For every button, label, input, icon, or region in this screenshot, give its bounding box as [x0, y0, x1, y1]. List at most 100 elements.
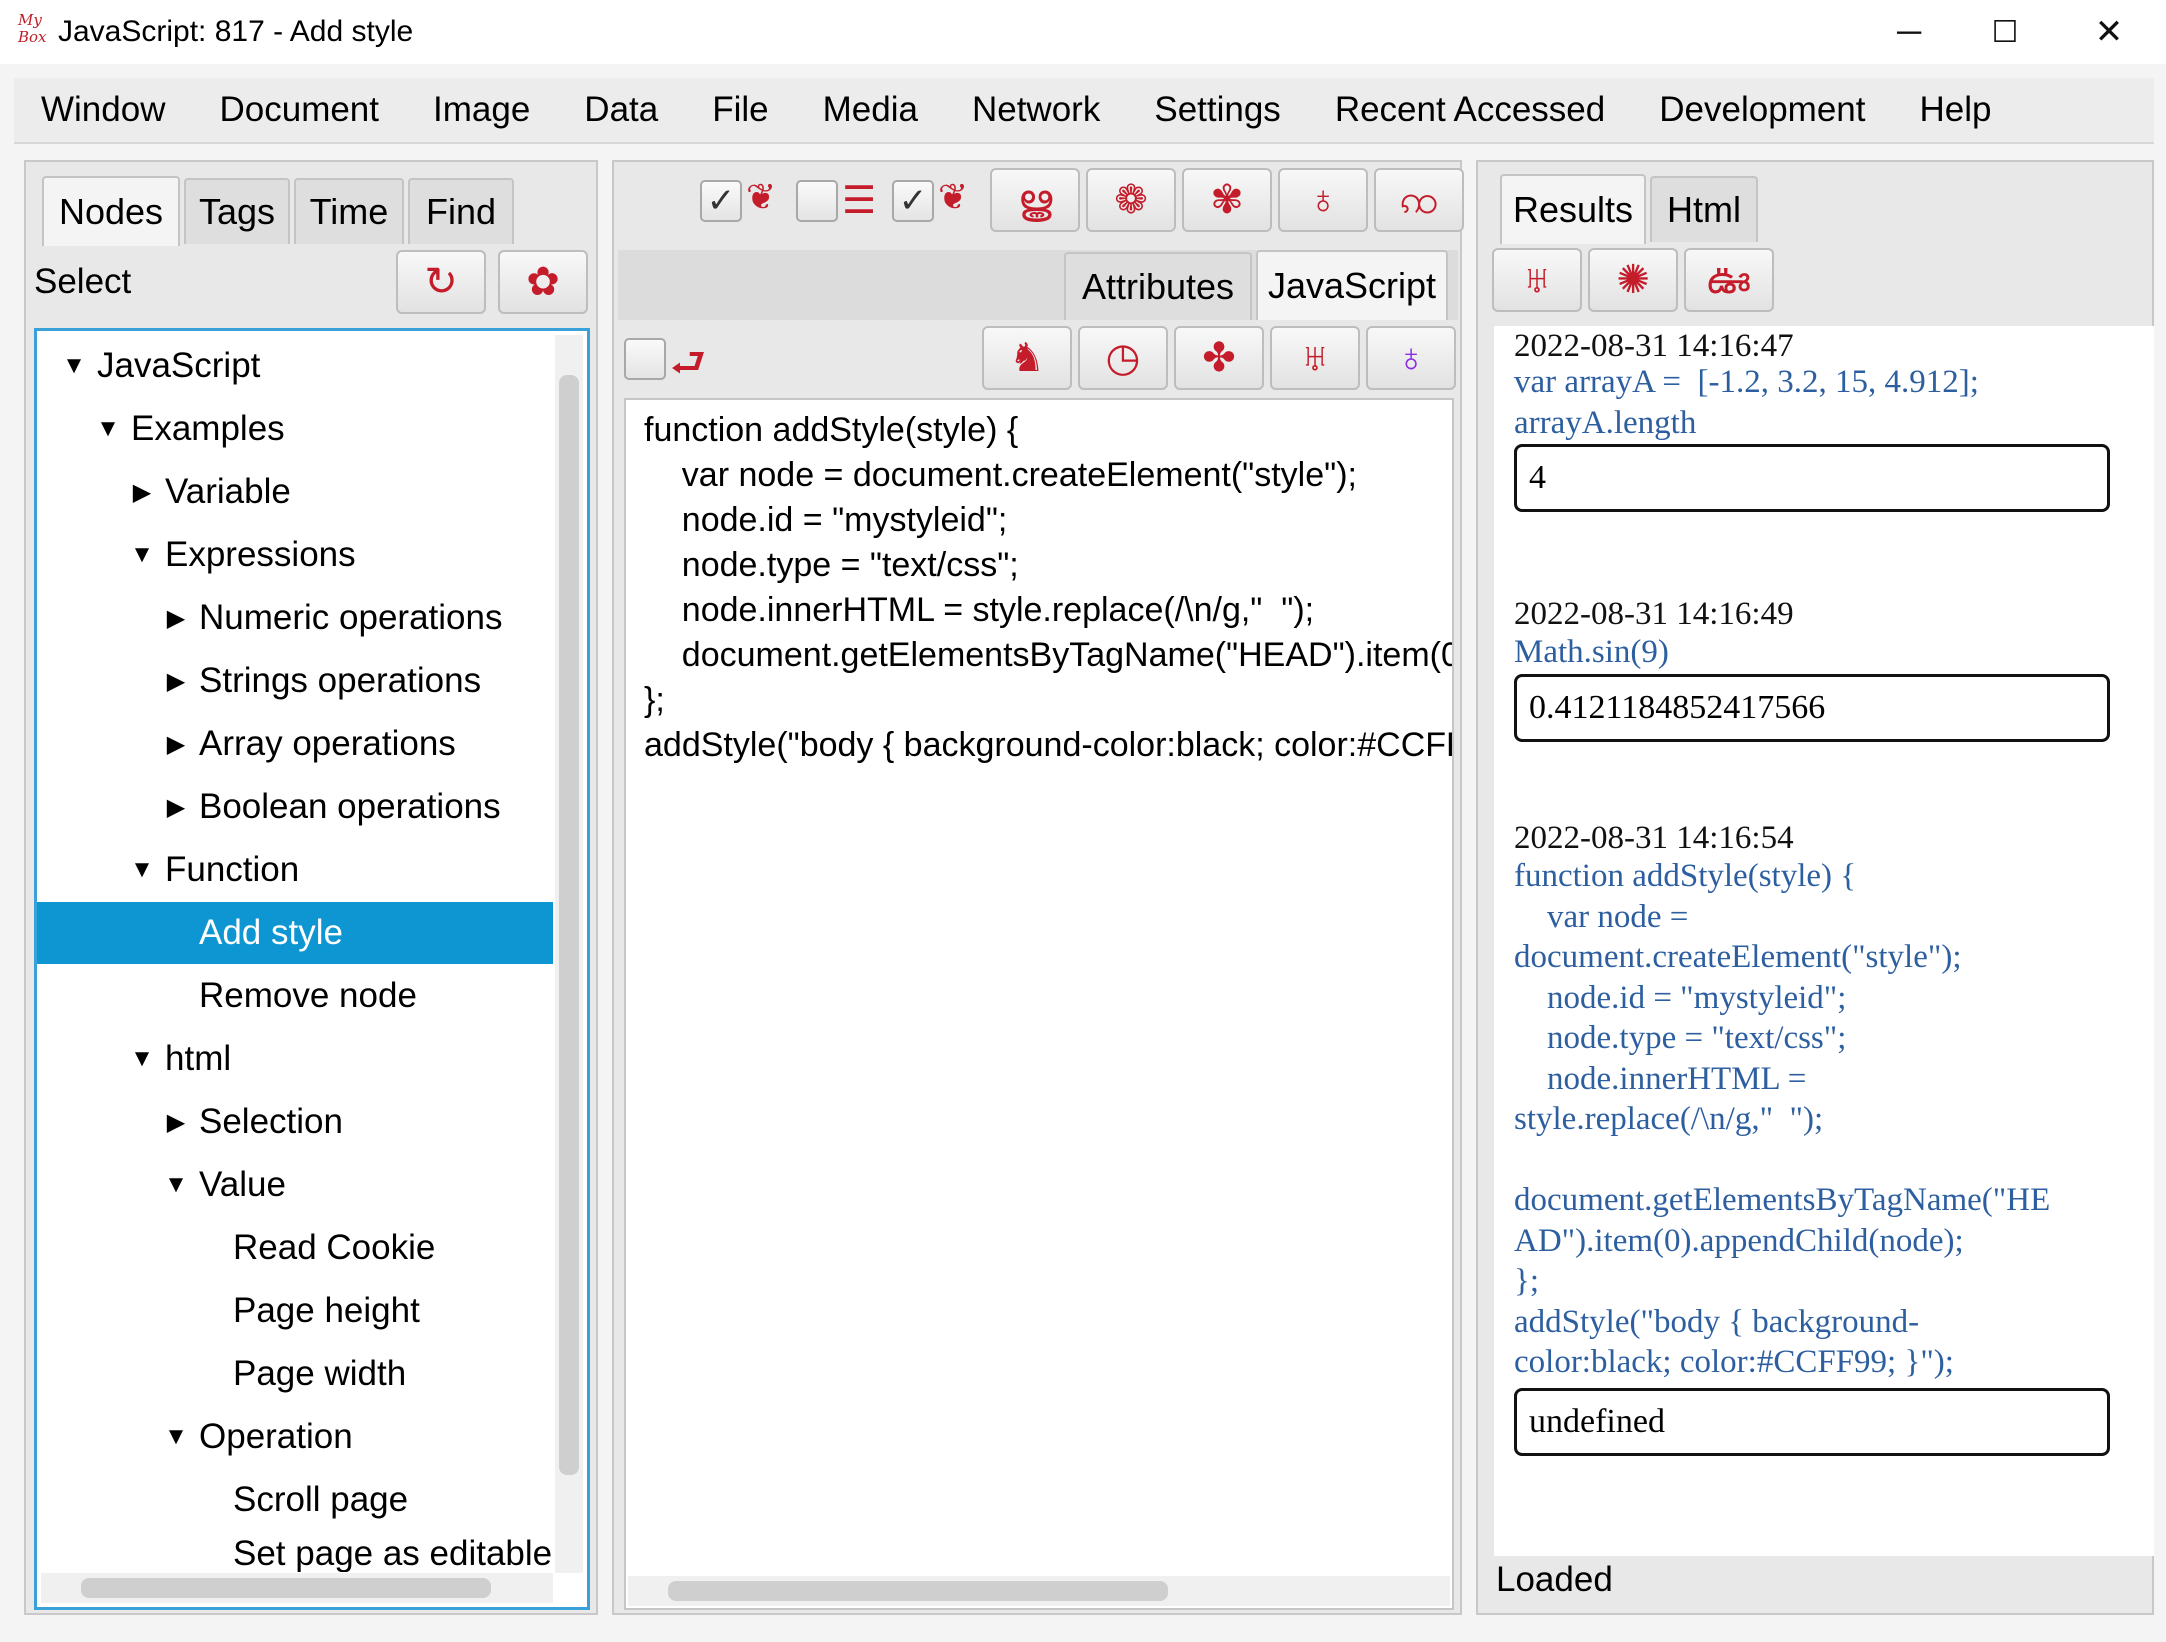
flower-button[interactable]: ✿ — [498, 250, 588, 314]
expanded-arrow-icon[interactable]: ▼ — [91, 415, 125, 443]
wrap-icon: ⮐ — [670, 341, 706, 385]
gourd-button[interactable]: ♁ — [1278, 168, 1368, 232]
tree-node[interactable]: ▼ Expressions — [37, 524, 553, 586]
horse-icon: ♞ — [1009, 336, 1045, 380]
result-code-line: }; — [1514, 1263, 1540, 1299]
lotus-button[interactable]: ✾ — [1182, 168, 1272, 232]
code-line: addStyle("body { background-color:black;… — [644, 726, 1452, 764]
menu-window[interactable]: Window — [14, 90, 192, 130]
menu-data[interactable]: Data — [557, 90, 685, 130]
expanded-arrow-icon[interactable]: ▼ — [125, 541, 159, 569]
tree-node[interactable]: Remove node — [37, 965, 553, 1027]
expanded-arrow-icon[interactable]: ▼ — [159, 1423, 193, 1451]
tree-node[interactable]: ▶ Selection — [37, 1091, 553, 1153]
collapsed-arrow-icon[interactable]: ▶ — [159, 1108, 193, 1137]
result-code-line: addStyle("body { background- — [1514, 1303, 1920, 1340]
title-bar: My Box JavaScript: 817 - Add style ─ ☐ ✕ — [0, 0, 2166, 64]
example-button[interactable]: ✤ — [1174, 326, 1264, 390]
checkbox-unchecked[interactable] — [624, 338, 666, 380]
swirl-button[interactable]: ൠ — [990, 168, 1080, 232]
expanded-arrow-icon[interactable]: ▼ — [125, 1045, 159, 1073]
clock-icon: ◷ — [1105, 336, 1141, 380]
tree-node-selected[interactable]: Add style — [37, 902, 553, 964]
clear-button[interactable]: ఊ — [1684, 248, 1774, 312]
result-code-line: node.innerHTML = — [1514, 1060, 1807, 1097]
tree-horizontal-scrollbar[interactable] — [41, 1573, 553, 1603]
tree-node[interactable]: Page width — [37, 1343, 553, 1405]
tree-node[interactable]: ▼ Examples — [37, 398, 553, 460]
tree-vertical-scrollbar[interactable] — [555, 335, 583, 1573]
scroll-thumb[interactable] — [559, 375, 579, 1475]
scroll-thumb[interactable] — [81, 1578, 491, 1598]
tree-node[interactable]: Scroll page — [37, 1469, 553, 1531]
menu-image[interactable]: Image — [406, 90, 557, 130]
mask-button[interactable]: ♅ — [1492, 248, 1582, 312]
refresh-button[interactable]: ↻ — [396, 250, 486, 314]
editor-horizontal-scrollbar[interactable] — [628, 1576, 1450, 1606]
run-button[interactable]: ♞ — [982, 326, 1072, 390]
menu-media[interactable]: Media — [796, 90, 945, 130]
lines-icon: ☰ — [842, 180, 877, 222]
maple-icon: ✤ — [1202, 336, 1236, 380]
menu-file[interactable]: File — [685, 90, 795, 130]
collapsed-arrow-icon[interactable]: ▶ — [125, 478, 159, 507]
tree-node[interactable]: ▼ JavaScript — [37, 335, 553, 397]
code-line: node.innerHTML = style.replace(/\n/g," "… — [644, 591, 1315, 629]
tree-node[interactable]: ▶ Boolean operations — [37, 776, 553, 838]
cloud-button[interactable]: ꩡ — [1374, 168, 1464, 232]
tab-time[interactable]: Time — [294, 178, 404, 244]
menu-help[interactable]: Help — [1892, 90, 2018, 130]
tab-results[interactable]: Results — [1500, 174, 1646, 244]
tree-node[interactable]: Read Cookie — [37, 1217, 553, 1279]
tab-find[interactable]: Find — [408, 178, 514, 244]
scroll-thumb[interactable] — [668, 1581, 1168, 1601]
tree-node[interactable]: ▼ html — [37, 1028, 553, 1090]
expanded-arrow-icon[interactable]: ▼ — [57, 352, 91, 380]
tree-node[interactable]: ▶ Numeric operations — [37, 587, 553, 649]
tree-node[interactable]: ▼ Value — [37, 1154, 553, 1216]
close-button[interactable]: ✕ — [2064, 4, 2154, 60]
checkbox-unchecked[interactable] — [796, 180, 838, 222]
code-line: node.id = "mystyleid"; — [644, 501, 1008, 539]
code-line: node.type = "text/css"; — [644, 546, 1019, 584]
tree-node[interactable]: ▶ Strings operations — [37, 650, 553, 712]
expanded-arrow-icon[interactable]: ▼ — [125, 856, 159, 884]
tab-attributes[interactable]: Attributes — [1064, 252, 1252, 320]
node-tree[interactable]: ▼ JavaScript ▼ Examples ▶ Variable ▼ Express… — [34, 328, 590, 1610]
tab-javascript[interactable]: JavaScript — [1256, 250, 1448, 320]
tree-node[interactable]: ▶ Variable — [37, 461, 553, 523]
check-icon: ✓ — [898, 182, 928, 220]
result-code-line: style.replace(/\n/g," "); — [1514, 1101, 1824, 1137]
mask-icon: ♅ — [1300, 336, 1330, 380]
tab-tags[interactable]: Tags — [184, 178, 290, 244]
collapsed-arrow-icon[interactable]: ▶ — [159, 793, 193, 822]
menu-network[interactable]: Network — [945, 90, 1127, 130]
refresh-icon: ↻ — [424, 260, 458, 304]
menu-recent-accessed[interactable]: Recent Accessed — [1308, 90, 1632, 130]
medallion-button[interactable]: ❁ — [1086, 168, 1176, 232]
tree-node[interactable]: ▼ Function — [37, 839, 553, 901]
menu-development[interactable]: Development — [1632, 90, 1892, 130]
tree-node[interactable]: ▼ Operation — [37, 1406, 553, 1468]
expanded-arrow-icon[interactable]: ▼ — [159, 1171, 193, 1199]
tree-node[interactable]: ▶ Array operations — [37, 713, 553, 775]
code-editor[interactable]: function addStyle(style) { var node = do… — [624, 398, 1454, 1610]
tab-html[interactable]: Html — [1650, 176, 1758, 242]
maximize-button[interactable]: ☐ — [1960, 4, 2050, 60]
mask-button[interactable]: ♅ — [1270, 326, 1360, 390]
menu-document[interactable]: Document — [192, 90, 406, 130]
gourd-purple-button[interactable]: ♁ — [1366, 326, 1456, 390]
history-button[interactable]: ◷ — [1078, 326, 1168, 390]
checkbox-checked[interactable]: ✓ — [892, 180, 934, 222]
tree-node[interactable]: Set page as editable — [37, 1532, 553, 1572]
tab-nodes[interactable]: Nodes — [42, 176, 180, 246]
collapsed-arrow-icon[interactable]: ▶ — [159, 604, 193, 633]
window-title: JavaScript: 817 - Add style — [58, 15, 414, 48]
collapsed-arrow-icon[interactable]: ▶ — [159, 667, 193, 696]
menu-settings[interactable]: Settings — [1127, 90, 1307, 130]
minimize-button[interactable]: ─ — [1864, 4, 1954, 60]
collapsed-arrow-icon[interactable]: ▶ — [159, 730, 193, 759]
flower-button[interactable]: ✺ — [1588, 248, 1678, 312]
tree-node[interactable]: Page height — [37, 1280, 553, 1342]
checkbox-checked[interactable]: ✓ — [700, 180, 742, 222]
